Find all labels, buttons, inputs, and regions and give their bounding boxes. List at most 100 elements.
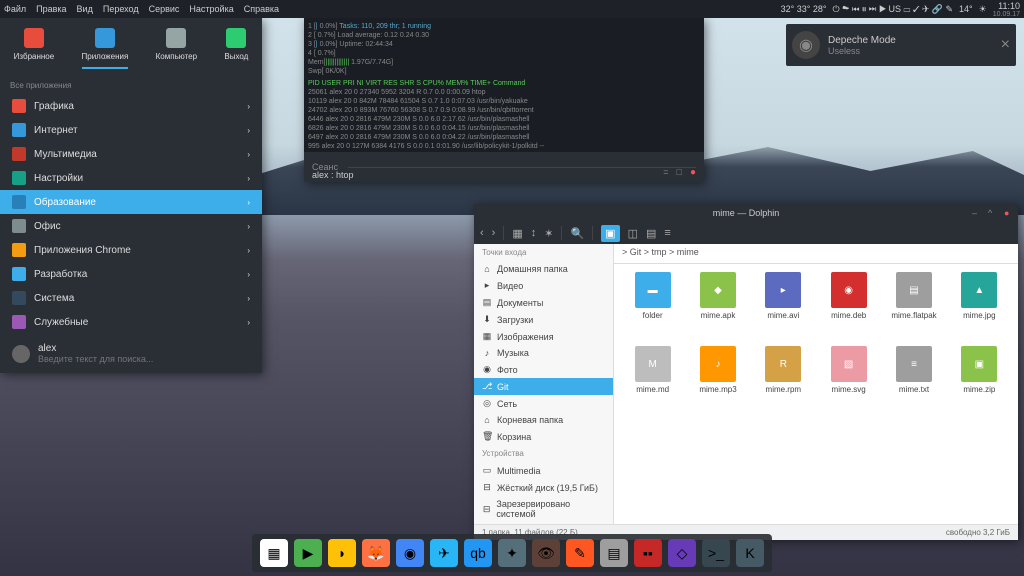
launcher-item[interactable]: Офис›: [0, 214, 262, 238]
window-min-icon[interactable]: ‒: [972, 208, 982, 218]
sidebar-item[interactable]: ▭Multimedia: [474, 462, 613, 479]
file-item[interactable]: ◆mime.apk: [687, 272, 748, 342]
launcher-tab-0[interactable]: Избранное: [14, 28, 55, 69]
sidebar-item[interactable]: ⎇Git: [474, 378, 613, 395]
launcher-item[interactable]: Разработка›: [0, 262, 262, 286]
menu-вид[interactable]: Вид: [77, 4, 93, 14]
file-item[interactable]: ▬folder: [622, 272, 683, 342]
launcher-item[interactable]: Мультимедиа›: [0, 142, 262, 166]
window-max-icon[interactable]: ^: [988, 208, 998, 218]
htop-row[interactable]: 6826 alex 20 0 2816 479M 230M S 0.0 6.0 …: [308, 124, 700, 133]
menu-правка[interactable]: Правка: [36, 4, 66, 14]
terminal-max-icon[interactable]: □: [677, 167, 682, 178]
dock-item[interactable]: ▶: [294, 539, 322, 567]
view-preview-icon[interactable]: ▣: [601, 225, 619, 242]
dock-item[interactable]: ▪▪: [634, 539, 662, 567]
menubar: Файл Правка Вид Переход Сервис Настройка Справ…: [0, 0, 1024, 18]
dock-item[interactable]: ✈: [430, 539, 458, 567]
view-icons-icon[interactable]: ▦: [512, 227, 522, 240]
launcher-item[interactable]: Служебные›: [0, 310, 262, 334]
brightness-icon[interactable]: ☀: [979, 4, 987, 15]
dock-item[interactable]: ✎: [566, 539, 594, 567]
dock-item[interactable]: K: [736, 539, 764, 567]
htop-row[interactable]: 10119 alex 20 0 842M 78484 61504 S 0.7 1…: [308, 97, 700, 106]
app-launcher: ИзбранноеПриложенияКомпьютерВыход Все пр…: [0, 18, 262, 373]
file-item[interactable]: ▤mime.flatpak: [883, 272, 944, 342]
view-panel-icon[interactable]: ▤: [646, 227, 656, 240]
dock-item[interactable]: >_: [702, 539, 730, 567]
file-item[interactable]: ▲mime.jpg: [949, 272, 1010, 342]
view-sort-icon[interactable]: ↕: [531, 227, 537, 239]
launcher-item[interactable]: Интернет›: [0, 118, 262, 142]
file-item[interactable]: ≡mime.txt: [883, 346, 944, 416]
search-icon[interactable]: 🔍: [570, 227, 584, 240]
window-close-icon[interactable]: ●: [1004, 208, 1014, 218]
terminal-min-icon[interactable]: =: [663, 167, 668, 178]
dock-item[interactable]: ◇: [668, 539, 696, 567]
file-item[interactable]: Rmime.rpm: [753, 346, 814, 416]
sidebar-item[interactable]: ⌂Домашняя папка: [474, 261, 613, 277]
user-avatar[interactable]: [12, 345, 30, 363]
dock-item[interactable]: ▦: [260, 539, 288, 567]
file-item[interactable]: ▧mime.svg: [818, 346, 879, 416]
htop-row[interactable]: 6497 alex 20 0 2816 479M 230M S 0.0 6.0 …: [308, 133, 700, 142]
launcher-tab-3[interactable]: Выход: [224, 28, 248, 69]
breadcrumb[interactable]: > Git > tmp > mime: [614, 244, 1018, 264]
dock-item[interactable]: ◗: [328, 539, 356, 567]
htop-row[interactable]: 6446 alex 20 0 2816 479M 230M S 0.0 6.0 …: [308, 115, 700, 124]
file-item[interactable]: ▸mime.avi: [753, 272, 814, 342]
sidebar-item[interactable]: ♪Музыка: [474, 345, 613, 361]
launcher-item[interactable]: Настройки›: [0, 166, 262, 190]
launcher-item[interactable]: Графика›: [0, 94, 262, 118]
menu-файл[interactable]: Файл: [4, 4, 26, 14]
sidebar-item[interactable]: ◎Сеть: [474, 395, 613, 412]
terminal-close-icon[interactable]: ●: [690, 167, 696, 178]
launcher-item[interactable]: Образование›: [0, 190, 262, 214]
launcher-item[interactable]: Приложения Chrome›: [0, 238, 262, 262]
menu-переход[interactable]: Переход: [103, 4, 139, 14]
menu-настройка[interactable]: Настройка: [189, 4, 233, 14]
file-item[interactable]: ◉mime.deb: [818, 272, 879, 342]
sidebar-item[interactable]: 🗑Корзина: [474, 428, 613, 445]
sidebar-item[interactable]: ▦Изображения: [474, 328, 613, 345]
status-right: свободно 3,2 ГиБ: [946, 528, 1010, 537]
view-split-icon[interactable]: ◫: [628, 227, 638, 240]
file-item[interactable]: Mmime.md: [622, 346, 683, 416]
sidebar-item[interactable]: ⊟Жёсткий диск (35,9 ГиБ): [474, 522, 613, 524]
htop-row[interactable]: 995 alex 20 0 127M 6384 4176 S 0.0 0.1 0…: [308, 142, 700, 151]
sidebar-item[interactable]: ⊟Зарезервировано системой: [474, 496, 613, 522]
clock-time[interactable]: 11:10: [993, 1, 1020, 11]
terminal-title: alex : htop: [312, 170, 354, 180]
menu-справка[interactable]: Справка: [244, 4, 279, 14]
launcher-tab-1[interactable]: Приложения: [82, 28, 129, 69]
sidebar-item[interactable]: ▸Видео: [474, 277, 613, 294]
launcher-item[interactable]: Система›: [0, 286, 262, 310]
menu-сервис[interactable]: Сервис: [149, 4, 180, 14]
sidebar-item[interactable]: ⊟Жёсткий диск (19,5 ГиБ): [474, 479, 613, 496]
dock-item[interactable]: ▤: [600, 539, 628, 567]
view-config-icon[interactable]: ✶: [544, 227, 553, 240]
search-input[interactable]: [38, 354, 250, 364]
dock-item[interactable]: qb: [464, 539, 492, 567]
nav-back-icon[interactable]: ‹: [480, 227, 484, 239]
sidebar-item[interactable]: ▤Документы: [474, 294, 613, 311]
file-item[interactable]: ▣mime.zip: [949, 346, 1010, 416]
dock-item[interactable]: ✦: [498, 539, 526, 567]
notification-close-icon[interactable]: ×: [1001, 36, 1010, 54]
htop-row[interactable]: 25061 alex 20 0 27340 5952 3204 R 0.7 0.…: [308, 88, 700, 97]
launcher-tab-2[interactable]: Компьютер: [156, 28, 197, 69]
sidebar-item[interactable]: ⌂Корневая папка: [474, 412, 613, 428]
dock-item[interactable]: 🦊: [362, 539, 390, 567]
dock-item[interactable]: ◉: [396, 539, 424, 567]
view-list-icon[interactable]: ≡: [664, 227, 670, 239]
clock-date: 10.09.17: [993, 11, 1020, 18]
nav-forward-icon[interactable]: ›: [492, 227, 496, 239]
dock-item[interactable]: 👁: [532, 539, 560, 567]
tray-indicators[interactable]: ⏻ ☁ ⏮ ⏸ ⏭ ▶ US ▭ ✓ ✈ 🔗 ✎: [833, 4, 954, 15]
htop-row[interactable]: 24702 alex 20 0 893M 76760 56308 S 0.7 0…: [308, 106, 700, 115]
sidebar-item[interactable]: ◉Фото: [474, 361, 613, 378]
sidebar-item[interactable]: ⬇Загрузки: [474, 311, 613, 328]
file-item[interactable]: ♪mime.mp3: [687, 346, 748, 416]
dock: ▦▶◗🦊◉✈qb✦👁✎▤▪▪◇>_K: [252, 534, 772, 572]
htop-uptime: Uptime: 02:44:34: [339, 41, 392, 48]
